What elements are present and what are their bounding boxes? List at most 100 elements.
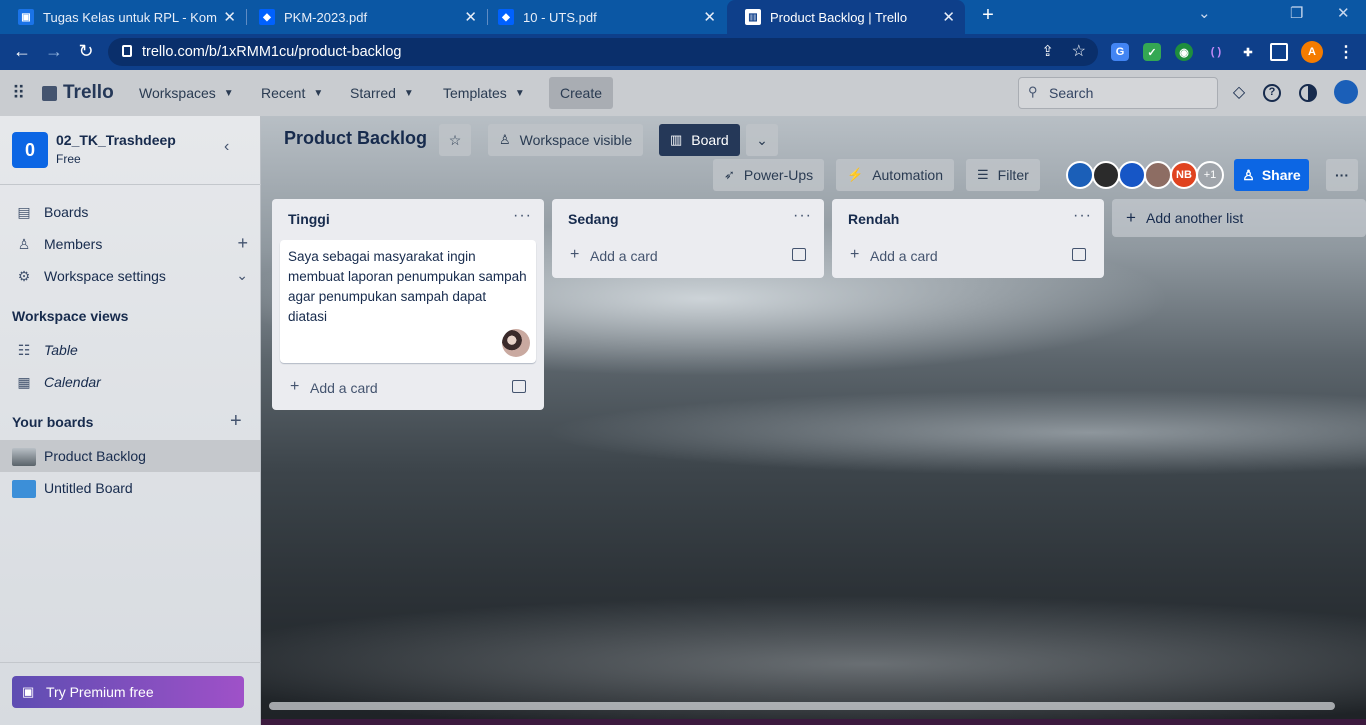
close-tab-icon[interactable]: ✕ xyxy=(464,8,477,26)
collapse-sidebar-icon[interactable]: ‹ xyxy=(224,138,229,156)
list-actions-icon[interactable]: ··· xyxy=(793,207,812,225)
card-member-avatar[interactable] xyxy=(502,329,530,357)
board-title[interactable]: Product Backlog xyxy=(284,128,427,149)
forward-icon[interactable]: → xyxy=(43,41,65,62)
close-tab-icon[interactable]: ✕ xyxy=(703,8,716,26)
share-button[interactable]: ♙ Share xyxy=(1234,159,1309,191)
adblock-shield-icon[interactable]: ✓ xyxy=(1143,43,1161,61)
horizontal-scrollbar[interactable] xyxy=(269,702,1335,710)
add-card-button[interactable]: + Add a card xyxy=(840,241,1096,271)
add-card-button[interactable]: + Add a card xyxy=(560,241,816,271)
browser-tab[interactable]: ▣ Tugas Kelas untuk RPL - Komputer ✕ xyxy=(0,0,246,34)
chevron-down-icon: ▼ xyxy=(403,87,414,99)
browser-tab[interactable]: ◆ PKM-2023.pdf ✕ xyxy=(241,0,487,34)
template-icon[interactable] xyxy=(512,380,526,393)
board-menu-icon[interactable]: ··· xyxy=(1326,159,1358,191)
member-avatar[interactable] xyxy=(1118,161,1146,189)
taskbar-strip xyxy=(261,719,1366,725)
sidebar-item-workspace-settings[interactable]: ⚙ Workspace settings ⌄ xyxy=(0,260,260,292)
code-bracket-icon[interactable]: ( ) xyxy=(1207,43,1225,61)
template-icon[interactable] xyxy=(792,248,806,261)
chevron-down-icon[interactable]: ⌄ xyxy=(236,267,248,284)
view-switcher-chevron-icon[interactable]: ⌄ xyxy=(746,124,778,156)
menu-label: Recent xyxy=(261,85,306,101)
template-icon[interactable] xyxy=(1072,248,1086,261)
close-tab-icon[interactable]: ✕ xyxy=(942,8,955,26)
close-tab-icon[interactable]: ✕ xyxy=(223,8,236,26)
templates-menu[interactable]: Templates ▼ xyxy=(435,78,533,108)
add-card-button[interactable]: + Add a card xyxy=(280,373,536,403)
browser-menu-icon[interactable]: ⋮ xyxy=(1337,43,1355,61)
profile-avatar[interactable]: A xyxy=(1301,41,1323,63)
dropbox-icon: ◆ xyxy=(498,9,514,25)
help-icon[interactable]: ? xyxy=(1263,84,1281,102)
try-premium-button[interactable]: ▣ Try Premium free xyxy=(12,676,244,708)
add-card-label: Add a card xyxy=(590,248,658,264)
new-tab-button[interactable]: + xyxy=(977,4,999,27)
workspace-name[interactable]: 02_TK_Trashdeep xyxy=(56,132,176,148)
more-members-badge[interactable]: +1 xyxy=(1196,161,1224,189)
restore-window-icon[interactable]: ❐ xyxy=(1290,4,1303,22)
sidebar-item-boards[interactable]: ▤ Boards xyxy=(0,196,260,228)
add-member-icon[interactable]: + xyxy=(237,233,248,254)
add-list-button[interactable]: + Add another list xyxy=(1112,199,1366,237)
create-button[interactable]: Create xyxy=(549,77,614,109)
member-avatar-nb[interactable]: NB xyxy=(1170,161,1198,189)
translate-icon[interactable]: G xyxy=(1111,43,1129,61)
visibility-button[interactable]: ♙ Workspace visible xyxy=(488,124,644,156)
url-field[interactable]: trello.com/b/1xRMM1cu/product-backlog ⇪ … xyxy=(108,38,1098,66)
starred-menu[interactable]: Starred ▼ xyxy=(342,78,422,108)
search-input[interactable]: ⚲ Search xyxy=(1018,77,1218,109)
board-view-icon: ▥ xyxy=(670,132,683,147)
trello-icon: ▥ xyxy=(745,9,761,25)
recent-menu[interactable]: Recent ▼ xyxy=(253,78,331,108)
plus-icon: + xyxy=(1126,208,1136,227)
user-avatar[interactable] xyxy=(1334,80,1358,104)
sidebar-board-label: Untitled Board xyxy=(44,480,133,496)
workspaces-menu[interactable]: Workspaces ▼ xyxy=(131,78,242,108)
extensions-puzzle-icon[interactable]: ✚ xyxy=(1239,43,1257,61)
sidebar-item-table[interactable]: ☷ Table xyxy=(0,334,260,366)
list-actions-icon[interactable]: ··· xyxy=(513,207,532,225)
share-page-icon[interactable]: ⇪ xyxy=(1041,42,1054,60)
sidebar-item-members[interactable]: ♙ Members + xyxy=(0,228,260,260)
close-window-icon[interactable]: ✕ xyxy=(1337,4,1350,22)
sidebar-board-product-backlog[interactable]: Product Backlog xyxy=(0,440,260,472)
member-avatar[interactable] xyxy=(1066,161,1094,189)
sidepanel-icon[interactable] xyxy=(1270,43,1288,61)
sidebar-board-untitled[interactable]: Untitled Board xyxy=(0,472,260,504)
add-board-icon[interactable]: + xyxy=(230,410,242,433)
bookmark-star-icon[interactable]: ☆ xyxy=(1072,41,1086,61)
member-avatar[interactable] xyxy=(1144,161,1172,189)
workspace-sidebar: 0 02_TK_Trashdeep Free ‹ ▤ Boards ♙ Memb… xyxy=(0,116,261,725)
reload-icon[interactable]: ↻ xyxy=(75,41,97,62)
workspace-logo[interactable]: 0 xyxy=(12,132,48,168)
star-board-icon[interactable]: ☆ xyxy=(439,124,471,156)
list-title[interactable]: Tinggi xyxy=(288,211,330,227)
gear-icon: ⚙ xyxy=(17,268,31,284)
browser-tab-active[interactable]: ▥ Product Backlog | Trello ✕ xyxy=(727,0,965,34)
card[interactable]: Saya sebagai masyarakat ingin membuat la… xyxy=(280,240,536,363)
list-actions-icon[interactable]: ··· xyxy=(1073,207,1092,225)
powerups-button[interactable]: ➶ Power-Ups xyxy=(713,159,825,191)
app-switcher-icon[interactable]: ⠿ xyxy=(4,78,33,108)
back-icon[interactable]: ← xyxy=(11,41,33,62)
list-tinggi[interactable]: Tinggi ··· Saya sebagai masyarakat ingin… xyxy=(272,199,544,410)
board-view-label: Board xyxy=(691,132,729,148)
list-title[interactable]: Sedang xyxy=(568,211,619,227)
list-title[interactable]: Rendah xyxy=(848,211,899,227)
browser-tab[interactable]: ◆ 10 - UTS.pdf ✕ xyxy=(480,0,726,34)
sidebar-item-calendar[interactable]: ▦ Calendar xyxy=(0,366,260,398)
board-view-button[interactable]: ▥ Board xyxy=(659,124,740,156)
member-avatar[interactable] xyxy=(1092,161,1120,189)
sidebar-item-label: Boards xyxy=(44,204,89,220)
theme-toggle-icon[interactable] xyxy=(1299,84,1317,102)
notifications-bell-icon[interactable]: ◇ xyxy=(1228,82,1250,104)
list-sedang[interactable]: Sedang ··· + Add a card xyxy=(552,199,824,278)
automation-button[interactable]: ⚡ Automation xyxy=(836,159,955,191)
filter-button[interactable]: ☰ Filter xyxy=(966,159,1040,191)
list-rendah[interactable]: Rendah ··· + Add a card xyxy=(832,199,1104,278)
trello-logo[interactable]: Trello xyxy=(34,78,122,108)
tab-search-icon[interactable]: ⌄ xyxy=(1198,4,1211,22)
vpn-shield-icon[interactable]: ◉ xyxy=(1175,43,1193,61)
